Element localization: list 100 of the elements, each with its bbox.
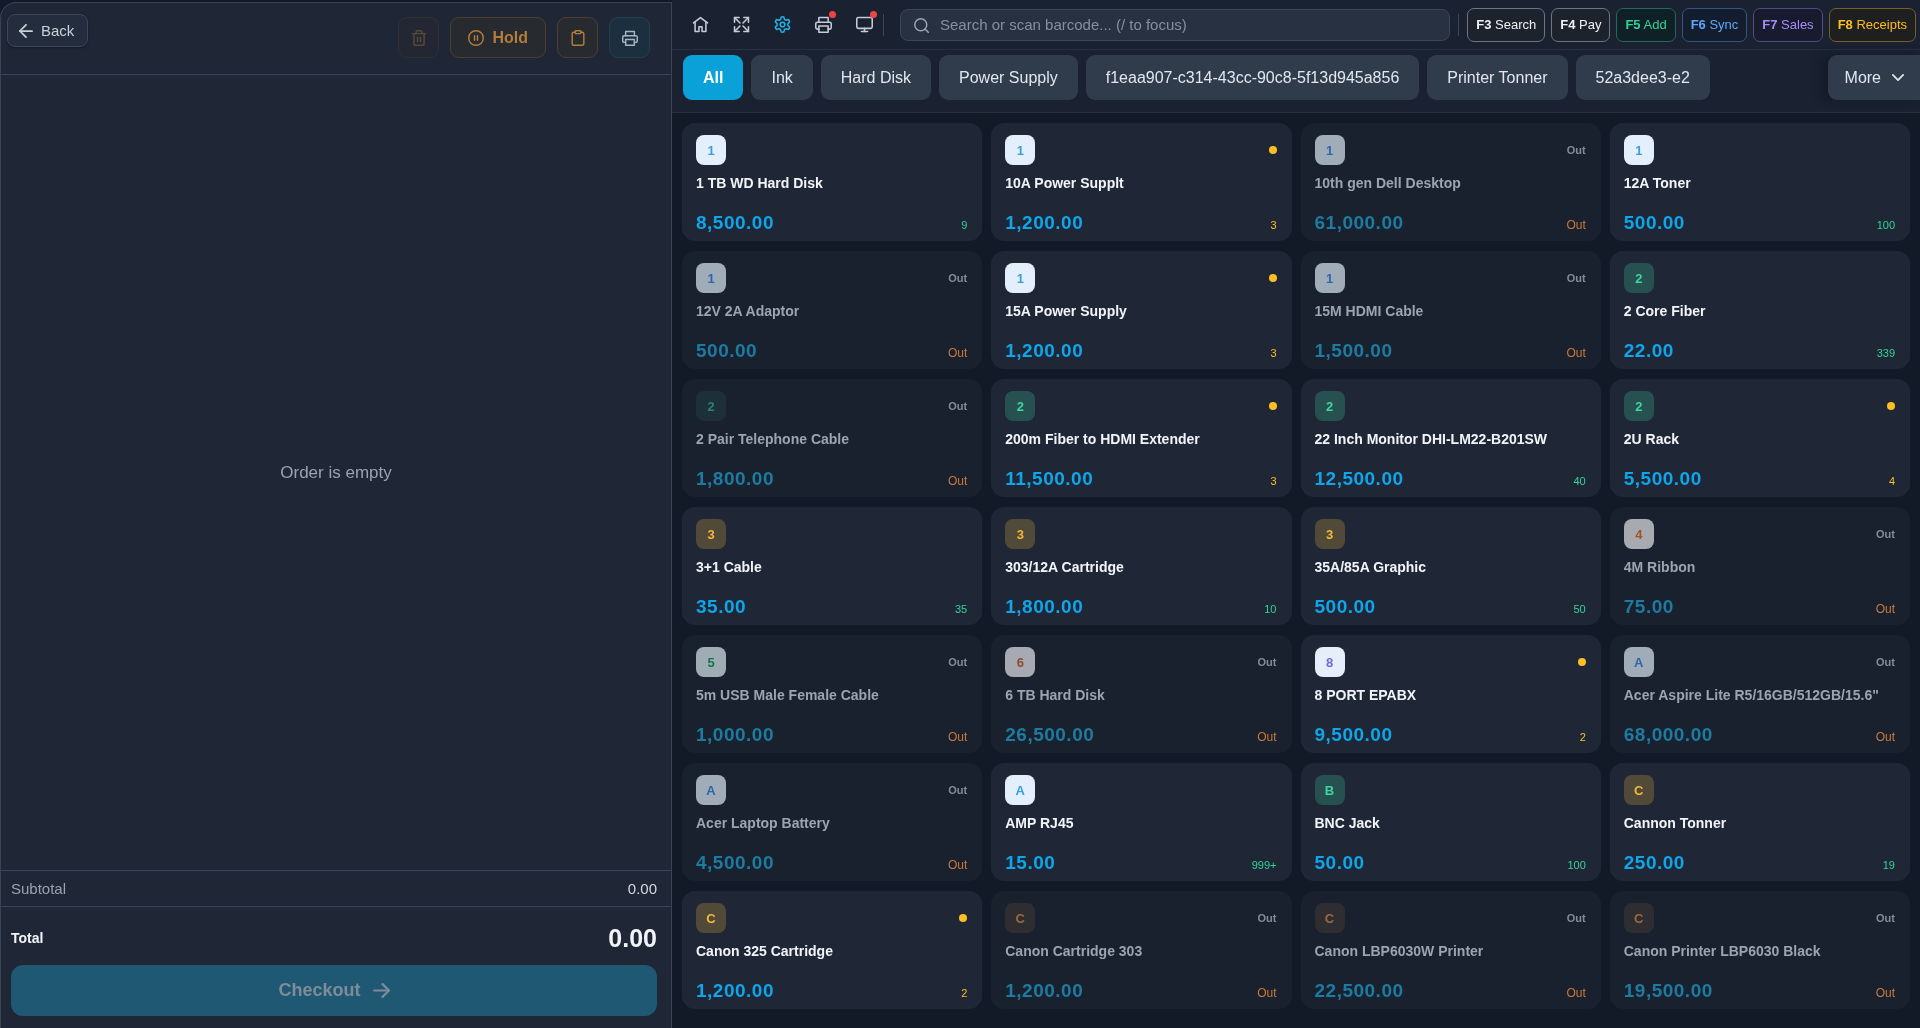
product-card[interactable]: 2 2U Rack 5,500.00 4 — [1609, 379, 1910, 497]
product-card[interactable]: 1 12A Toner 500.00 100 — [1609, 123, 1910, 241]
expand-icon[interactable] — [732, 16, 750, 33]
product-card[interactable]: 2 Out 2 Pair Telephone Cable 1,800.00 Out — [682, 379, 983, 497]
product-card[interactable]: 2 200m Fiber to HDMI Extender 11,500.00 3 — [991, 379, 1292, 497]
product-card[interactable]: 1 Out 15M HDMI Cable 1,500.00 Out — [1300, 251, 1601, 369]
print-button[interactable] — [609, 17, 650, 58]
category-tab[interactable]: 52a3dee3-e2 — [1575, 55, 1710, 100]
product-name: Canon Printer LBP6030 Black — [1623, 942, 1822, 961]
total-label: Total — [11, 930, 44, 946]
product-card[interactable]: 1 15A Power Supply 1,200.00 3 — [991, 251, 1292, 369]
shortcut-button[interactable]: F3 Search — [1467, 7, 1546, 42]
product-name: Canon 325 Cartridge — [696, 942, 834, 961]
product-card[interactable]: A Out Acer Aspire Lite R5/16GB/512GB/15.6" 68,000.00 Out — [1609, 635, 1910, 753]
stock-count: 2 — [961, 987, 968, 999]
product-card[interactable]: 2 2 Core Fiber 22.00 339 — [1609, 251, 1910, 369]
home-icon[interactable] — [691, 16, 709, 33]
product-card[interactable]: 1 Out 12V 2A Adaptor 500.00 Out — [682, 251, 983, 369]
stock-count: Out — [1566, 218, 1586, 232]
product-price: 1,800.00 — [1005, 595, 1084, 619]
product-name: 3+1 Cable — [696, 558, 763, 577]
printer-icon[interactable] — [814, 16, 832, 33]
product-initial: C — [1623, 775, 1654, 805]
product-initial: 2 — [1314, 391, 1345, 421]
product-initial: 1 — [1314, 263, 1345, 293]
stock-status: Out — [1876, 656, 1895, 668]
product-card[interactable]: C Canon 325 Cartridge 1,200.00 2 — [682, 891, 983, 1009]
stock-count: 3 — [1270, 219, 1277, 231]
product-card[interactable]: 3 303/12A Cartridge 1,800.00 10 — [991, 507, 1292, 625]
product-initial: 1 — [1623, 135, 1654, 165]
product-price: 1,200.00 — [696, 979, 774, 1003]
product-card[interactable]: 1 Out 10th gen Dell Desktop 61,000.00 Out — [1300, 123, 1601, 241]
product-card[interactable]: 1 10A Power Supplt 1,200.00 3 — [991, 123, 1292, 241]
shortcut-button[interactable]: F7 Sales — [1753, 7, 1823, 42]
stock-count: Out — [1257, 730, 1277, 744]
category-tab[interactable]: Hard Disk — [820, 55, 932, 100]
stock-count: Out — [947, 858, 968, 872]
clipboard-button[interactable] — [557, 17, 598, 58]
more-button[interactable]: More — [1827, 55, 1920, 100]
monitor-icon[interactable] — [855, 16, 873, 33]
product-price: 4,500.00 — [696, 851, 774, 875]
stock-count: 10 — [1264, 603, 1277, 615]
back-button[interactable]: Back — [7, 14, 89, 47]
shortcut-button[interactable]: F4 Pay — [1551, 7, 1611, 42]
stock-count: 3 — [1270, 475, 1277, 487]
product-card[interactable]: 5 Out 5m USB Male Female Cable 1,000.00 Out — [682, 635, 983, 753]
product-price: 22,500.00 — [1314, 979, 1404, 1003]
shortcut-button[interactable]: F5 Add — [1616, 7, 1676, 42]
stock-status: Out — [1257, 656, 1277, 668]
product-card[interactable]: 4 Out 4M Ribbon 75.00 Out — [1609, 507, 1910, 625]
product-initial: 1 — [1005, 263, 1036, 293]
total-value: 0.00 — [608, 923, 657, 953]
printer-icon — [621, 29, 638, 46]
product-card[interactable]: 1 1 TB WD Hard Disk 8,500.00 9 — [682, 123, 983, 241]
product-card[interactable]: B BNC Jack 50.00 100 — [1300, 763, 1601, 881]
product-name: 8 PORT EPABX — [1314, 686, 1418, 705]
product-card[interactable]: 6 Out 6 TB Hard Disk 26,500.00 Out — [991, 635, 1292, 753]
product-card[interactable]: A AMP RJ45 15.00 999+ — [991, 763, 1292, 881]
product-price: 5,500.00 — [1623, 467, 1702, 491]
product-price: 250.00 — [1623, 851, 1685, 875]
product-card[interactable]: C Cannon Tonner 250.00 19 — [1609, 763, 1910, 881]
product-initial: C — [1314, 903, 1345, 933]
shortcut-button[interactable]: F6 Sync — [1681, 7, 1748, 42]
category-tab[interactable]: f1eaa907-c314-43cc-90c8-5f13d945a856 — [1085, 55, 1420, 100]
shortcut-button[interactable]: F8 Receipts — [1828, 7, 1916, 42]
stock-count: 999+ — [1251, 859, 1277, 871]
product-initial: 8 — [1314, 647, 1345, 677]
product-name: 303/12A Cartridge — [1005, 558, 1125, 577]
product-name: 2 Core Fiber — [1623, 302, 1707, 321]
search-field[interactable]: Search or scan barcode... (/ to focus) — [900, 8, 1451, 41]
stock-count: Out — [947, 474, 968, 488]
stock-count: Out — [947, 346, 968, 360]
product-name: 2 Pair Telephone Cable — [696, 430, 850, 449]
category-tab[interactable]: Printer Tonner — [1427, 55, 1568, 100]
category-tab[interactable]: Ink — [751, 55, 813, 100]
product-initial: A — [1005, 775, 1036, 805]
arrow-left-icon — [19, 23, 33, 38]
product-initial: 5 — [696, 647, 726, 677]
product-card[interactable]: 3 35A/85A Graphic 500.00 50 — [1300, 507, 1601, 625]
product-price: 75.00 — [1623, 595, 1674, 619]
product-name: 5m USB Male Female Cable — [696, 686, 880, 705]
hold-button[interactable]: Hold — [450, 17, 546, 58]
product-card[interactable]: C Out Canon Cartridge 303 1,200.00 Out — [991, 891, 1292, 1009]
product-name: 12A Toner — [1623, 174, 1692, 193]
stock-count: 50 — [1573, 603, 1586, 615]
product-price: 61,000.00 — [1314, 211, 1404, 235]
product-initial: C — [1623, 903, 1654, 933]
category-tab[interactable]: Power Supply — [939, 55, 1078, 100]
product-card[interactable]: 8 8 PORT EPABX 9,500.00 2 — [1300, 635, 1601, 753]
product-card[interactable]: C Out Canon LBP6030W Printer 22,500.00 Out — [1300, 891, 1601, 1009]
product-card[interactable]: 2 22 Inch Monitor DHI-LM22-B201SW 12,500.00 40 — [1300, 379, 1601, 497]
product-price: 12,500.00 — [1314, 467, 1404, 491]
stock-count: Out — [1257, 986, 1277, 1000]
product-name: 15M HDMI Cable — [1314, 302, 1425, 321]
stock-count: 100 — [1567, 859, 1586, 871]
settings-icon[interactable] — [773, 16, 791, 33]
stock-count: 3 — [1270, 347, 1277, 359]
product-card[interactable]: C Out Canon Printer LBP6030 Black 19,500.00 Out — [1609, 891, 1910, 1009]
product-card[interactable]: A Out Acer Laptop Battery 4,500.00 Out — [682, 763, 983, 881]
product-card[interactable]: 3 3+1 Cable 35.00 35 — [682, 507, 983, 625]
